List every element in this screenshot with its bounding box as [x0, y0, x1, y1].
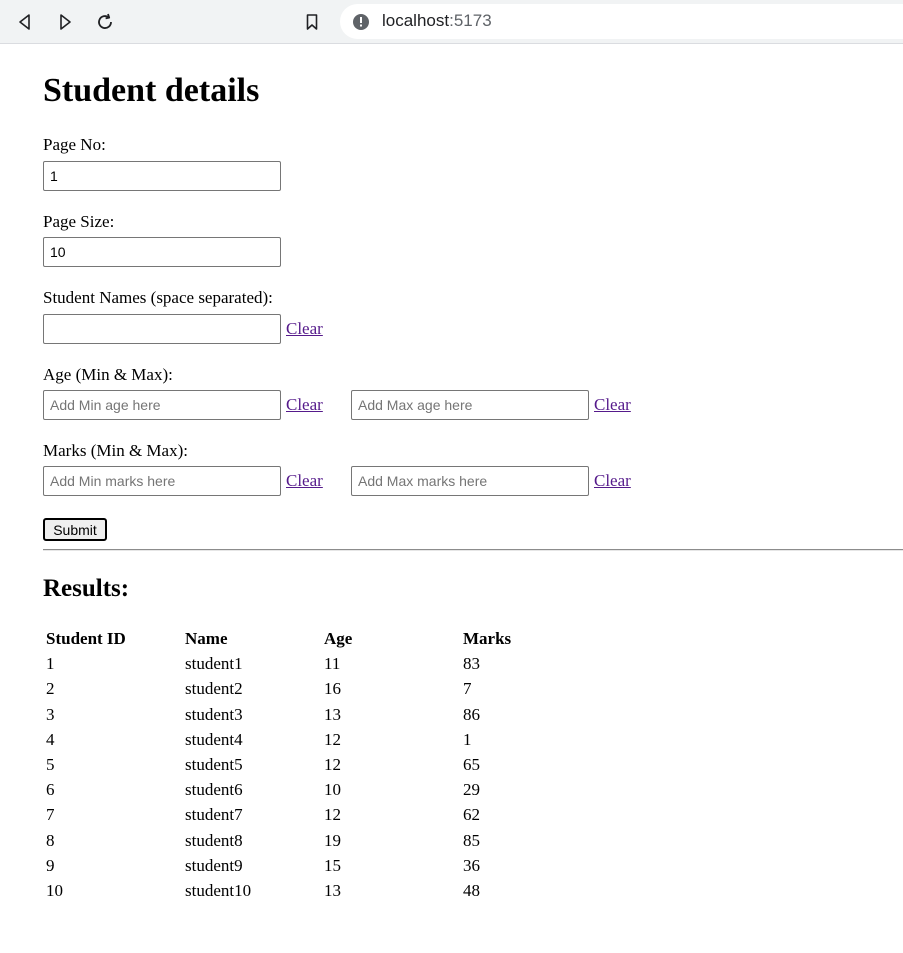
cell-name: student6 [185, 780, 243, 800]
divider [43, 549, 903, 551]
table-row: 6 student6 10 29 [44, 780, 600, 805]
cell-marks: 86 [463, 704, 480, 724]
cell-student-id: 3 [46, 704, 55, 724]
url-port: :5173 [449, 11, 492, 30]
cell-name: student8 [185, 830, 243, 850]
cell-student-id: 5 [46, 754, 55, 774]
column-header-name: Name [185, 629, 228, 648]
page-no-label: Page No: [43, 135, 106, 154]
table-row: 3 student3 13 86 [44, 705, 600, 730]
clear-max-age-link[interactable]: Clear [594, 395, 631, 415]
site-info-icon[interactable] [352, 13, 370, 31]
cell-age: 12 [324, 729, 341, 749]
cell-name: student10 [185, 880, 252, 900]
cell-name: student5 [185, 754, 243, 774]
cell-student-id: 4 [46, 729, 55, 749]
results-table: Student ID Name Age Marks 1 student1 11 … [44, 629, 600, 906]
table-row: 5 student5 12 65 [44, 755, 600, 780]
cell-student-id: 9 [46, 855, 55, 875]
cell-marks: 83 [463, 654, 480, 674]
url-host: localhost [382, 11, 450, 30]
column-header-marks: Marks [463, 629, 512, 648]
cell-age: 11 [324, 654, 341, 674]
age-label: Age (Min & Max): [43, 365, 173, 384]
cell-student-id: 6 [46, 780, 55, 800]
cell-marks: 1 [463, 729, 472, 749]
submit-button[interactable]: Submit [43, 518, 107, 541]
student-names-label: Student Names (space separated): [43, 288, 273, 307]
results-heading: Results: [43, 575, 130, 602]
cell-name: student4 [185, 729, 243, 749]
cell-name: student2 [185, 679, 243, 699]
table-header-row: Student ID Name Age Marks [44, 629, 600, 654]
table-row: 2 student2 16 7 [44, 679, 600, 704]
back-icon[interactable] [9, 6, 41, 38]
marks-label: Marks (Min & Max): [43, 441, 188, 460]
cell-name: student7 [185, 805, 243, 825]
bookmark-icon[interactable] [296, 6, 328, 38]
cell-student-id: 7 [46, 805, 55, 825]
cell-marks: 85 [463, 830, 480, 850]
min-marks-input[interactable] [43, 466, 281, 496]
cell-age: 12 [324, 805, 341, 825]
forward-icon[interactable] [49, 6, 81, 38]
cell-marks: 65 [463, 754, 480, 774]
cell-age: 13 [324, 704, 341, 724]
clear-student-names-link[interactable]: Clear [286, 319, 323, 339]
cell-marks: 48 [463, 880, 480, 900]
cell-age: 15 [324, 855, 341, 875]
cell-age: 13 [324, 880, 341, 900]
cell-age: 19 [324, 830, 341, 850]
cell-name: student1 [185, 654, 243, 674]
cell-student-id: 10 [46, 880, 63, 900]
page-no-input[interactable] [43, 161, 281, 191]
max-age-input[interactable] [351, 390, 589, 420]
student-names-input[interactable] [43, 314, 281, 344]
column-header-age: Age [324, 629, 353, 648]
page-size-label: Page Size: [43, 212, 115, 231]
cell-student-id: 1 [46, 654, 55, 674]
cell-marks: 7 [463, 679, 472, 699]
cell-name: student3 [185, 704, 243, 724]
cell-age: 10 [324, 780, 341, 800]
table-row: 7 student7 12 62 [44, 805, 600, 830]
cell-age: 16 [324, 679, 341, 699]
table-row: 1 student1 11 83 [44, 654, 600, 679]
clear-min-marks-link[interactable]: Clear [286, 471, 323, 491]
cell-student-id: 8 [46, 830, 55, 850]
cell-marks: 62 [463, 805, 480, 825]
reload-icon[interactable] [89, 6, 121, 38]
table-row: 10 student10 13 48 [44, 881, 600, 906]
address-bar[interactable]: localhost:5173 [340, 4, 903, 39]
page-title: Student details [43, 72, 260, 109]
min-age-input[interactable] [43, 390, 281, 420]
page-size-input[interactable] [43, 237, 281, 267]
clear-min-age-link[interactable]: Clear [286, 395, 323, 415]
cell-student-id: 2 [46, 679, 55, 699]
browser-toolbar: localhost:5173 [0, 0, 903, 44]
column-header-student-id: Student ID [46, 629, 126, 648]
table-row: 8 student8 19 85 [44, 831, 600, 856]
table-row: 9 student9 15 36 [44, 856, 600, 881]
max-marks-input[interactable] [351, 466, 589, 496]
url-text: localhost:5173 [382, 11, 492, 31]
cell-age: 12 [324, 754, 341, 774]
cell-marks: 36 [463, 855, 480, 875]
cell-marks: 29 [463, 780, 480, 800]
table-row: 4 student4 12 1 [44, 730, 600, 755]
clear-max-marks-link[interactable]: Clear [594, 471, 631, 491]
cell-name: student9 [185, 855, 243, 875]
